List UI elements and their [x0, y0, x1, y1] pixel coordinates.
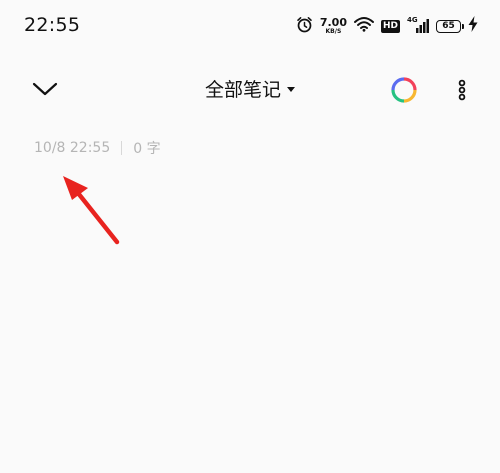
note-date: 10/8 22:55: [34, 140, 111, 156]
chevron-down-icon: [32, 82, 58, 96]
status-bar: 22:55 7.00 KB/S HD 4G 65: [0, 0, 500, 52]
hd-badge: HD: [380, 19, 400, 33]
signal-icon: 4G: [407, 16, 429, 34]
note-editor[interactable]: [0, 170, 500, 473]
alarm-icon: [296, 16, 313, 37]
title-group: 全部笔记: [0, 75, 500, 102]
collapse-button[interactable]: [28, 76, 62, 102]
page-title: 全部笔记: [204, 79, 281, 101]
app-top-bar: 全部笔记: [0, 64, 500, 114]
net-speed: 7.00 KB/S: [320, 17, 347, 35]
status-time: 22:55: [24, 14, 81, 36]
caret-down-icon: [287, 87, 295, 92]
status-icons: 7.00 KB/S HD 4G 65: [296, 14, 478, 38]
note-word-count: 0 字: [133, 141, 161, 157]
net-speed-unit: KB/S: [325, 28, 342, 35]
battery-indicator: 65: [436, 19, 464, 33]
theme-color-button[interactable]: [391, 77, 417, 103]
notebook-selector[interactable]: 全部笔记: [205, 75, 295, 102]
theme-color-ring-icon: [391, 77, 417, 103]
more-options-button[interactable]: [450, 77, 474, 103]
note-meta: 10/8 22:55 0 字: [34, 138, 161, 158]
net-speed-value: 7.00: [319, 16, 347, 29]
more-vertical-icon: [458, 79, 466, 101]
meta-divider: [121, 141, 123, 155]
charging-icon: [468, 16, 478, 36]
battery-level: 65: [442, 21, 455, 31]
wifi-icon: [353, 16, 374, 36]
